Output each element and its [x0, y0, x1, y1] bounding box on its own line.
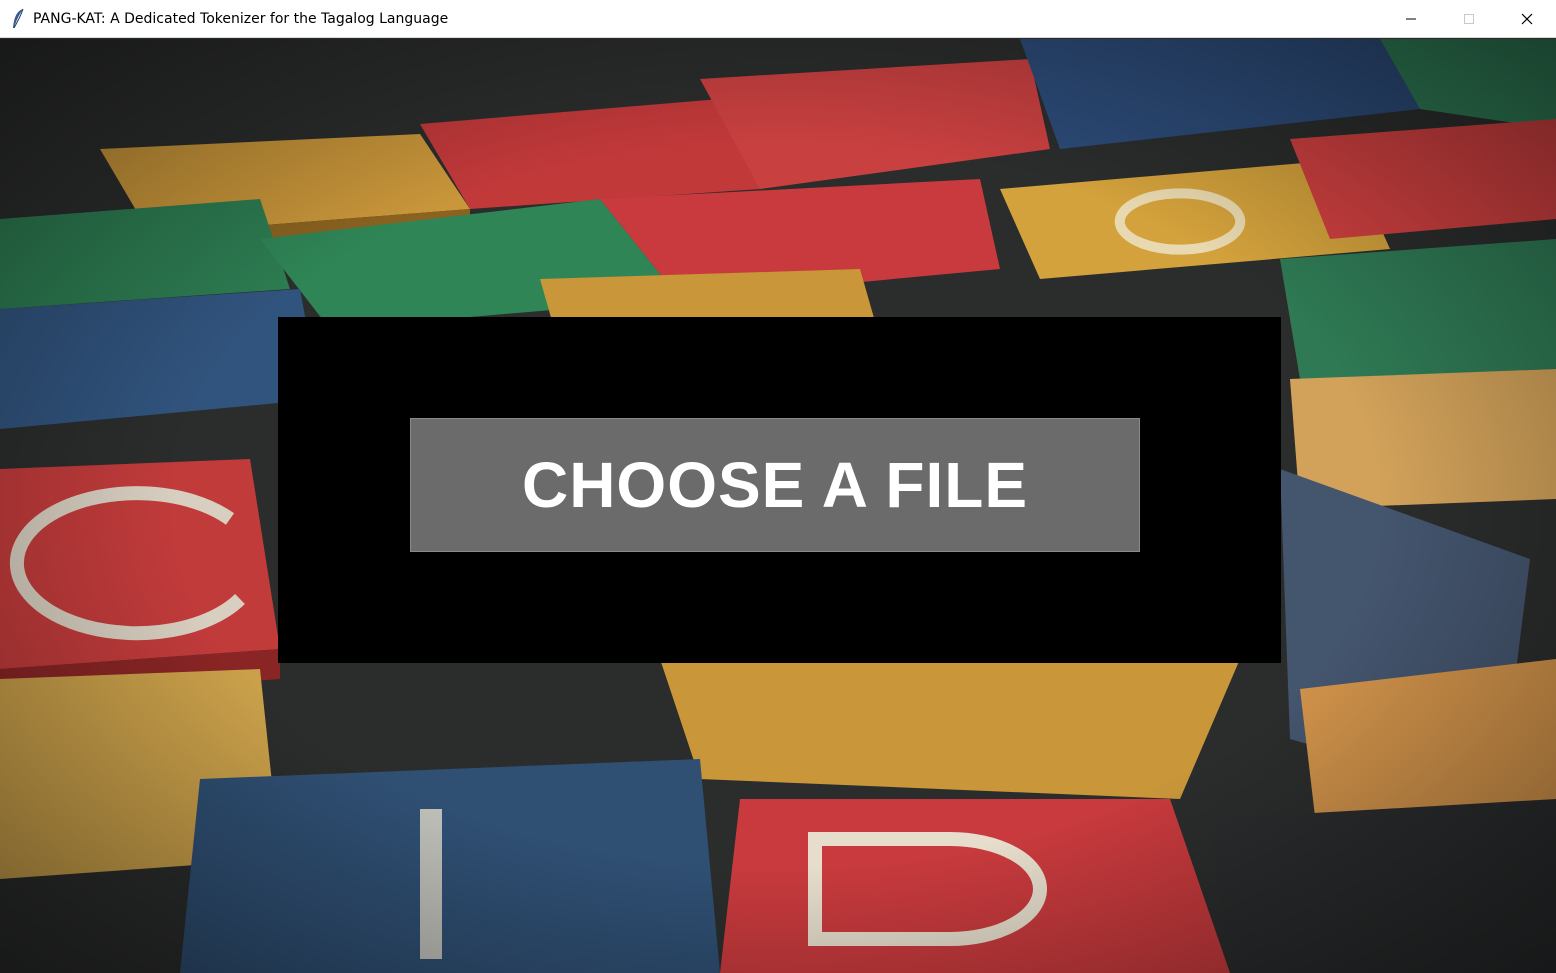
main-canvas: CHOOSE A FILE: [0, 39, 1556, 973]
close-button[interactable]: [1498, 0, 1556, 38]
title-bar[interactable]: PANG-KAT: A Dedicated Tokenizer for the …: [0, 0, 1556, 38]
feather-icon: [9, 8, 27, 30]
choose-file-button[interactable]: CHOOSE A FILE: [410, 418, 1140, 552]
window-controls: [1382, 0, 1556, 38]
close-icon: [1521, 13, 1533, 25]
minimize-button[interactable]: [1382, 0, 1440, 38]
minimize-icon: [1406, 18, 1416, 20]
window-title: PANG-KAT: A Dedicated Tokenizer for the …: [33, 10, 449, 27]
maximize-button[interactable]: [1440, 0, 1498, 38]
file-chooser-panel: CHOOSE A FILE: [278, 317, 1281, 663]
maximize-icon: [1464, 14, 1474, 24]
app-window: PANG-KAT: A Dedicated Tokenizer for the …: [0, 0, 1556, 973]
choose-file-button-label: CHOOSE A FILE: [521, 449, 1029, 521]
